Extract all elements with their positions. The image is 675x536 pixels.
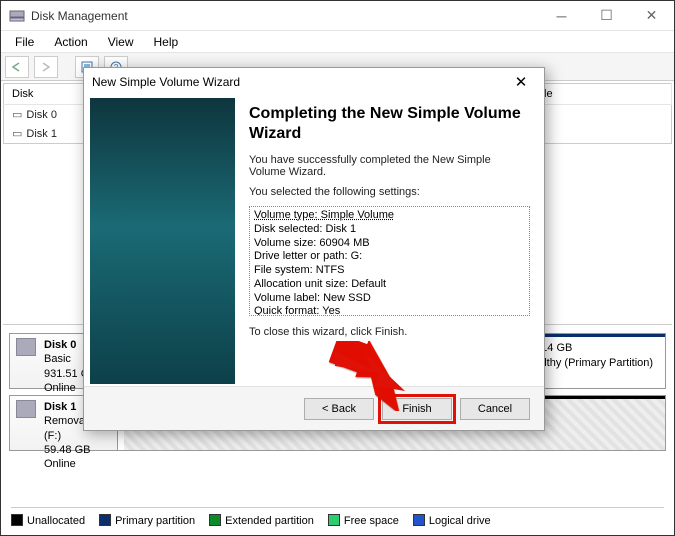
wizard-content: Completing the New Simple Volume Wizard … — [235, 96, 544, 386]
disk-name: Disk 0 — [26, 109, 57, 121]
legend-extended: Extended partition — [209, 514, 314, 527]
legend-primary: Primary partition — [99, 514, 195, 527]
wizard-buttons: < Back Finish Cancel — [84, 386, 544, 430]
window-buttons: ─ ☐ ✕ — [539, 1, 674, 31]
wizard-body: Completing the New Simple Volume Wizard … — [84, 96, 544, 386]
drive-icon — [16, 400, 36, 418]
menu-help[interactable]: Help — [146, 33, 187, 51]
wizard-settings-list[interactable]: Volume type: Simple Volume Disk selected… — [249, 206, 530, 316]
swatch-primary — [99, 514, 111, 526]
back-icon[interactable] — [5, 56, 29, 78]
setting-row: Drive letter or path: G: — [254, 250, 525, 264]
setting-row: File system: NTFS — [254, 264, 525, 278]
swatch-logical — [413, 514, 425, 526]
volume-status: ealthy (Primary Partition) — [532, 357, 653, 369]
disk-status: Online — [44, 458, 76, 470]
drive-icon — [16, 338, 36, 356]
window-title: Disk Management — [31, 9, 539, 23]
disk-title: Disk 0 — [44, 339, 76, 351]
wizard-success-text: You have successfully completed the New … — [249, 154, 530, 178]
close-button[interactable]: ✕ — [629, 1, 674, 31]
back-button[interactable]: < Back — [304, 398, 374, 420]
minimize-button[interactable]: ─ — [539, 1, 584, 31]
forward-icon[interactable] — [34, 56, 58, 78]
wizard-titlebar[interactable]: New Simple Volume Wizard ✕ — [84, 68, 544, 96]
setting-row: Disk selected: Disk 1 — [254, 223, 525, 237]
new-simple-volume-wizard: New Simple Volume Wizard ✕ Completing th… — [83, 67, 545, 431]
wizard-heading: Completing the New Simple Volume Wizard — [249, 104, 530, 144]
disk-size: 59.48 GB — [44, 444, 90, 456]
disk-icon: ▭ — [12, 109, 22, 121]
disk-status: Online — [44, 382, 76, 394]
legend-unallocated: Unallocated — [11, 514, 85, 527]
legend-free: Free space — [328, 514, 399, 527]
finish-button[interactable]: Finish — [382, 398, 452, 420]
menu-file[interactable]: File — [7, 33, 42, 51]
setting-row: Quick format: Yes — [254, 305, 525, 316]
titlebar: Disk Management ─ ☐ ✕ — [1, 1, 674, 31]
cancel-button[interactable]: Cancel — [460, 398, 530, 420]
maximize-button[interactable]: ☐ — [584, 1, 629, 31]
swatch-extended — [209, 514, 221, 526]
swatch-unallocated — [11, 514, 23, 526]
setting-row: Allocation unit size: Default — [254, 278, 525, 292]
wizard-finish-text: To close this wizard, click Finish. — [249, 326, 530, 338]
menu-action[interactable]: Action — [46, 33, 95, 51]
setting-row: Volume label: New SSD — [254, 292, 525, 306]
setting-row: Volume size: 60904 MB — [254, 237, 525, 251]
legend: Unallocated Primary partition Extended p… — [11, 507, 664, 529]
disk-icon: ▭ — [12, 128, 22, 140]
menubar: File Action View Help — [1, 31, 674, 53]
close-icon[interactable]: ✕ — [506, 73, 536, 91]
menu-view[interactable]: View — [100, 33, 142, 51]
disk-type: Basic — [44, 353, 71, 365]
wizard-title-text: New Simple Volume Wizard — [92, 75, 506, 89]
disk-title: Disk 1 — [44, 401, 76, 413]
swatch-free — [328, 514, 340, 526]
setting-row: Volume type: Simple Volume — [254, 209, 525, 223]
volume-recovery[interactable]: 9.14 GB ealthy (Primary Partition) — [526, 334, 665, 388]
wizard-banner — [90, 98, 235, 384]
wizard-settings-label: You selected the following settings: — [249, 186, 530, 198]
disk-management-icon — [9, 8, 25, 24]
disk-name: Disk 1 — [26, 128, 57, 140]
legend-logical: Logical drive — [413, 514, 491, 527]
